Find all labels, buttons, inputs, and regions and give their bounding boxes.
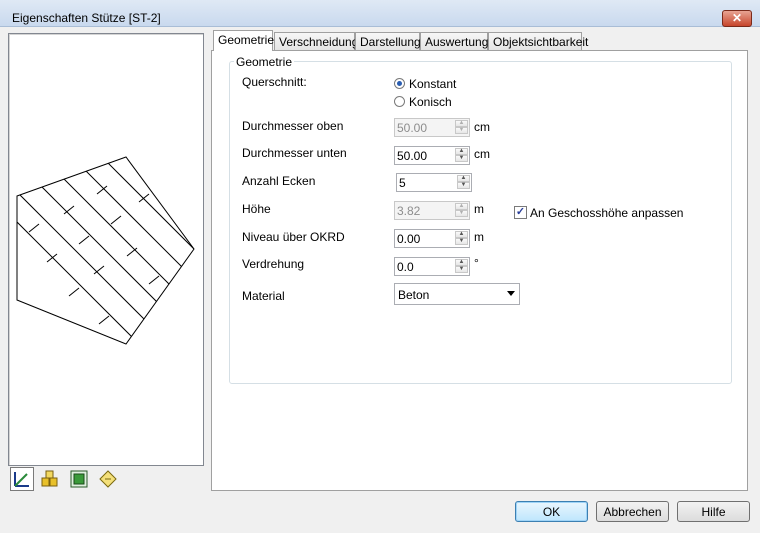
durchmesser-oben-stepper[interactable]: ▲▼ [394, 118, 470, 137]
spin-down-icon[interactable]: ▼ [455, 210, 468, 217]
close-button[interactable]: ✕ [722, 10, 752, 27]
note-icon [99, 470, 117, 488]
layers-icon [70, 470, 88, 488]
durchmesser-oben-unit: cm [474, 120, 490, 134]
niveau-label: Niveau über OKRD [242, 230, 345, 244]
chevron-down-icon [507, 291, 515, 296]
tab-auswertung[interactable]: Auswertung [420, 32, 488, 50]
hoehe-label: Höhe [242, 202, 271, 216]
note-tool-button[interactable] [96, 467, 120, 491]
tab-verschneidung[interactable]: Verschneidung [274, 32, 358, 50]
geschoss-checkbox[interactable]: ✓ [514, 206, 527, 219]
column-section-drawing [16, 156, 195, 345]
blocks-tool-button[interactable] [38, 467, 62, 491]
tab-geometrie[interactable]: Geometrie [213, 30, 274, 51]
niveau-input[interactable] [397, 231, 451, 246]
blocks-icon [41, 470, 58, 487]
radio-konisch-label[interactable]: Konisch [409, 95, 452, 109]
ruler-icon [14, 472, 29, 487]
radio-konstant[interactable] [394, 78, 405, 89]
spin-up-icon[interactable]: ▲ [455, 120, 468, 127]
radio-konisch[interactable] [394, 96, 405, 107]
hoehe-input[interactable] [397, 203, 451, 218]
layers-tool-button[interactable] [67, 467, 91, 491]
preview-pane [8, 33, 204, 466]
tab-darstellung[interactable]: Darstellung [355, 32, 421, 50]
geschoss-checkbox-label[interactable]: An Geschosshöhe anpassen [530, 206, 683, 220]
material-label: Material [242, 289, 285, 303]
spin-down-icon[interactable]: ▼ [455, 127, 468, 134]
spin-down-icon[interactable]: ▼ [455, 238, 468, 245]
durchmesser-unten-unit: cm [474, 147, 490, 161]
niveau-stepper[interactable]: ▲▼ [394, 229, 470, 248]
spin-up-icon[interactable]: ▲ [455, 203, 468, 210]
anzahl-ecken-input[interactable] [399, 175, 453, 190]
spin-up-icon[interactable]: ▲ [457, 175, 470, 182]
spin-down-icon[interactable]: ▼ [457, 182, 470, 189]
verdrehung-stepper[interactable]: ▲▼ [394, 257, 470, 276]
help-button[interactable]: Hilfe [677, 501, 750, 522]
cancel-button[interactable]: Abbrechen [596, 501, 669, 522]
ruler-tool-button[interactable] [10, 467, 34, 491]
durchmesser-unten-input[interactable] [397, 148, 451, 163]
title-bar: Eigenschaften Stütze [ST-2] ✕ [0, 0, 760, 27]
durchmesser-oben-input[interactable] [397, 120, 451, 135]
anzahl-ecken-label: Anzahl Ecken [242, 174, 316, 188]
spin-up-icon[interactable]: ▲ [455, 148, 468, 155]
preview-toolbar [8, 467, 126, 493]
durchmesser-oben-label: Durchmesser oben [242, 119, 344, 133]
hoehe-stepper[interactable]: ▲▼ [394, 201, 470, 220]
spin-down-icon[interactable]: ▼ [455, 266, 468, 273]
spin-up-icon[interactable]: ▲ [455, 231, 468, 238]
durchmesser-unten-label: Durchmesser unten [242, 146, 347, 160]
spin-up-icon[interactable]: ▲ [455, 259, 468, 266]
close-icon: ✕ [731, 11, 743, 25]
anzahl-ecken-stepper[interactable]: ▲▼ [396, 173, 472, 192]
verdrehung-unit: ° [474, 256, 479, 270]
verdrehung-label: Verdrehung [242, 257, 305, 271]
durchmesser-unten-stepper[interactable]: ▲▼ [394, 146, 470, 165]
ok-button[interactable]: OK [515, 501, 588, 522]
tab-objektsichtbarkeit[interactable]: Objektsichtbarkeit [488, 32, 588, 50]
radio-konstant-label[interactable]: Konstant [409, 77, 456, 91]
querschnitt-label: Querschnitt: [242, 75, 307, 89]
hoehe-unit: m [474, 202, 484, 216]
spin-down-icon[interactable]: ▼ [455, 155, 468, 162]
material-select[interactable]: Beton [394, 283, 520, 305]
window-title: Eigenschaften Stütze [ST-2] [12, 11, 161, 25]
material-value: Beton [398, 288, 430, 302]
geometry-group [229, 61, 732, 384]
geometry-group-title: Geometrie [234, 55, 295, 69]
verdrehung-input[interactable] [397, 259, 451, 274]
niveau-unit: m [474, 230, 484, 244]
